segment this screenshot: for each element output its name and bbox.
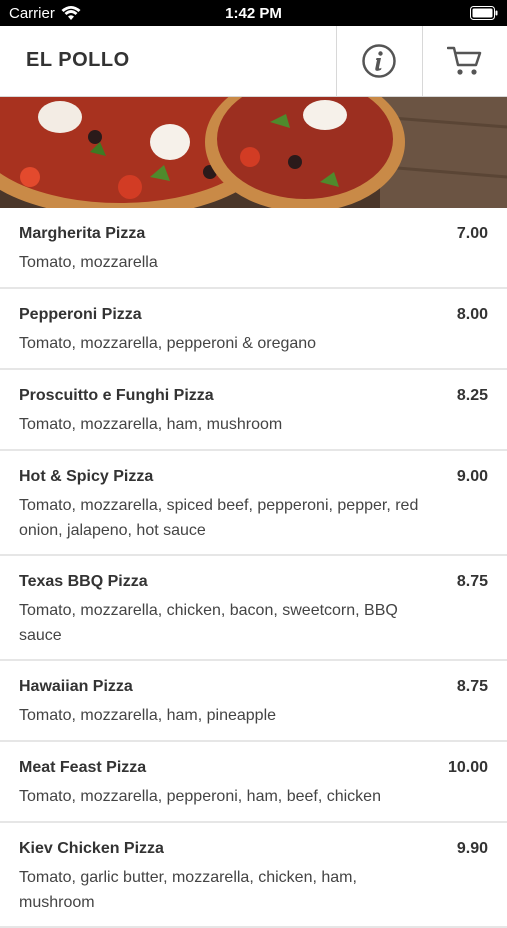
cart-icon <box>447 46 482 75</box>
menu-item-description: Tomato, garlic butter, mozzarella, chick… <box>19 869 357 911</box>
menu-item-price: 8.25 <box>456 387 488 404</box>
menu-item-name: Hawaiian Pizza <box>19 678 133 695</box>
menu-item-price: 8.75 <box>456 573 488 590</box>
menu-item-description: Tomato, mozzarella <box>19 254 158 271</box>
menu-list: Margherita Pizza 7.00 Tomato, mozzarella… <box>0 208 507 928</box>
menu-item-price: 8.00 <box>456 306 488 323</box>
menu-item-name: Texas BBQ Pizza <box>19 573 148 590</box>
restaurant-title: EL POLLO <box>26 49 130 71</box>
menu-item-name: Hot & Spicy Pizza <box>19 468 154 485</box>
menu-item-price: 8.75 <box>456 678 488 695</box>
menu-item[interactable]: Proscuitto e Funghi Pizza 8.25 Tomato, m… <box>0 370 507 451</box>
menu-item[interactable]: Margherita Pizza 7.00 Tomato, mozzarella <box>0 208 507 289</box>
menu-item-price: 7.00 <box>456 225 488 242</box>
menu-item-description: Tomato, mozzarella, pepperoni, ham, beef… <box>19 788 381 805</box>
menu-item-name: Margherita Pizza <box>19 225 146 242</box>
status-time: 1:42 PM <box>225 5 282 22</box>
menu-item-price: 10.00 <box>447 759 488 776</box>
menu-item[interactable]: Meat Feast Pizza 10.00 Tomato, mozzarell… <box>0 742 507 823</box>
menu-item-description: Tomato, mozzarella, chicken, bacon, swee… <box>19 602 398 644</box>
battery-icon <box>470 6 498 20</box>
menu-item-name: Pepperoni Pizza <box>19 306 142 323</box>
menu-item[interactable]: Kiev Chicken Pizza 9.90 Tomato, garlic b… <box>0 823 507 928</box>
menu-item-name: Meat Feast Pizza <box>19 759 147 776</box>
menu-item[interactable]: Hawaiian Pizza 8.75 Tomato, mozzarella, … <box>0 661 507 742</box>
menu-item-name: Proscuitto e Funghi Pizza <box>19 387 214 404</box>
menu-item[interactable]: Texas BBQ Pizza 8.75 Tomato, mozzarella,… <box>0 556 507 661</box>
menu-item-price: 9.00 <box>456 468 488 485</box>
menu-item-description: Tomato, mozzarella, ham, pineapple <box>19 707 277 724</box>
menu-item-description: Tomato, mozzarella, spiced beef, peppero… <box>19 497 419 539</box>
info-icon <box>362 44 396 78</box>
menu-item-description: Tomato, mozzarella, pepperoni & oregano <box>19 335 317 352</box>
menu-item-name: Kiev Chicken Pizza <box>19 840 164 857</box>
status-bar: Carrier 1:42 PM <box>0 0 507 26</box>
cart-button[interactable] <box>422 26 507 96</box>
menu-item-price: 9.90 <box>456 840 488 857</box>
hero-pizza-image <box>0 97 507 208</box>
menu-item[interactable]: Pepperoni Pizza 8.00 Tomato, mozzarella,… <box>0 289 507 370</box>
menu-item[interactable]: Hot & Spicy Pizza 9.00 Tomato, mozzarell… <box>0 451 507 556</box>
info-button[interactable] <box>336 26 421 96</box>
pizza-illustration <box>0 97 507 208</box>
menu-item-description: Tomato, mozzarella, ham, mushroom <box>19 416 283 433</box>
app-header: EL POLLO <box>0 26 507 97</box>
